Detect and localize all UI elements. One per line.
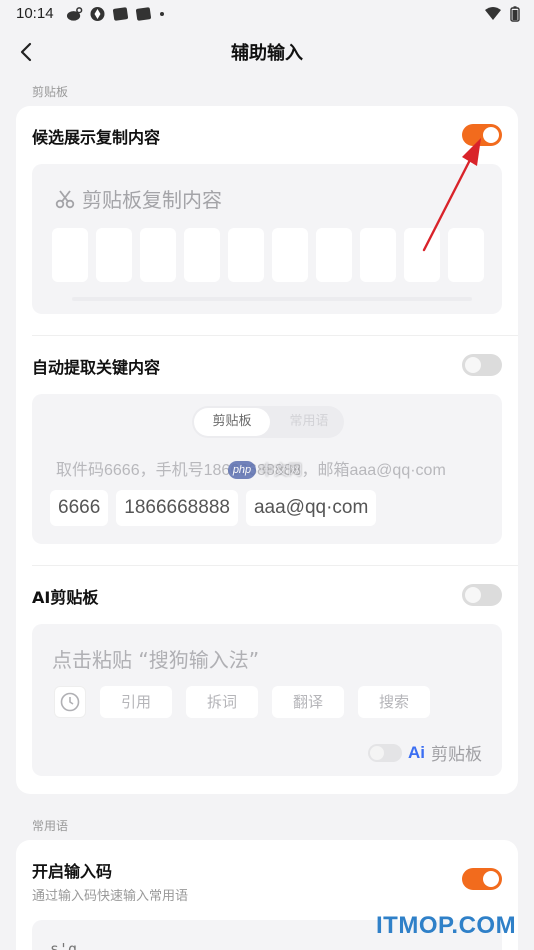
section-label-clipboard: 剪贴板: [32, 85, 69, 99]
ai-mini-toggle: [368, 743, 402, 762]
weibo-icon: [66, 7, 83, 21]
key-placeholder: [360, 228, 396, 282]
ai-clipboard-toggle[interactable]: [462, 584, 502, 606]
tool-translate: 翻译: [272, 686, 344, 718]
toggle-knob: [370, 745, 384, 760]
history-clock-icon: [54, 686, 86, 718]
key-placeholder: [272, 228, 308, 282]
input-code-toggle[interactable]: [462, 868, 502, 890]
clipboard-keyboard-preview: 剪贴板复制内容: [32, 164, 502, 314]
tool-split-words: 拆词: [186, 686, 258, 718]
key-placeholder: [448, 228, 484, 282]
ai-tool-row: 引用 拆词 翻译 搜索: [54, 686, 430, 718]
ai-paste-hint: 点击粘贴 “搜狗输入法”: [52, 648, 260, 672]
chip-phone: 1866668888: [116, 490, 238, 526]
app-icon-2: [135, 7, 152, 21]
key-placeholder: [316, 228, 352, 282]
php-watermark-text: 中文网: [260, 463, 302, 479]
clipboard-settings-card: 候选展示复制内容 剪贴板复制内容 自动提取关键内容 剪贴板 常用语 6666 1…: [16, 106, 518, 794]
ai-clipboard-title: AI剪贴板: [32, 588, 99, 607]
clipboard-preview-title: 剪贴板复制内容: [82, 188, 222, 212]
tool-search: 搜索: [358, 686, 430, 718]
php-logo: php: [228, 461, 256, 479]
clipboard-preview-header: 剪贴板复制内容: [54, 184, 222, 213]
input-code-sample: s'g: [50, 940, 78, 950]
ai-footer-label: 剪贴板: [431, 745, 482, 765]
key-placeholder: [228, 228, 264, 282]
tab-clipboard: 剪贴板: [194, 408, 270, 436]
key-placeholder: [140, 228, 176, 282]
key-placeholder: [96, 228, 132, 282]
tool-quote: 引用: [100, 686, 172, 718]
app-icon: [112, 7, 129, 21]
auto-extract-title: 自动提取关键内容: [32, 358, 161, 377]
aperture-icon: [90, 7, 105, 21]
ai-clipboard-preview: 点击粘贴 “搜狗输入法” 引用 拆词 翻译 搜索 Ai 剪贴板: [32, 624, 502, 776]
page-title: 辅助输入: [231, 43, 303, 64]
show-copied-title: 候选展示复制内容: [32, 128, 161, 147]
toggle-knob: [483, 127, 499, 143]
divider: [32, 565, 518, 566]
status-bar: 10:14: [0, 0, 534, 30]
battery-icon: [510, 6, 520, 22]
tab-phrases: 常用语: [289, 414, 329, 429]
auto-extract-toggle[interactable]: [462, 354, 502, 376]
keyboard-key-row: [52, 228, 484, 282]
ai-clipboard-footer: Ai 剪贴板: [368, 740, 482, 765]
key-placeholder: [52, 228, 88, 282]
status-time: 10:14: [16, 5, 54, 22]
input-code-title: 开启输入码: [32, 862, 113, 881]
extracted-chips: 6666 1866668888 aaa@qq·com: [50, 490, 377, 526]
extract-tab-switch: 剪贴板 常用语: [192, 406, 344, 438]
section-label-phrases: 常用语: [32, 819, 69, 833]
scissors-icon: [55, 189, 75, 208]
chip-email: aaa@qq·com: [245, 490, 377, 526]
divider: [32, 335, 518, 336]
system-status-icons: [484, 6, 520, 22]
keyboard-bottom-bar: [72, 297, 472, 301]
php-watermark: php 中文网: [228, 460, 302, 480]
key-placeholder: [404, 228, 440, 282]
show-copied-toggle[interactable]: [462, 124, 502, 146]
more-notifications-dot-icon: [160, 12, 164, 16]
toggle-knob: [465, 587, 481, 603]
key-placeholder: [184, 228, 220, 282]
notification-icons: [66, 6, 166, 22]
itmop-watermark: ITMOP.COM: [376, 912, 517, 939]
wifi-icon: [485, 7, 501, 20]
toggle-knob: [465, 357, 481, 373]
ai-badge: Ai: [408, 742, 425, 762]
top-bar: 辅助输入: [0, 30, 534, 74]
toggle-knob: [483, 871, 499, 887]
input-code-subtitle: 通过输入码快速输入常用语: [32, 889, 189, 904]
chip-code: 6666: [50, 490, 109, 526]
